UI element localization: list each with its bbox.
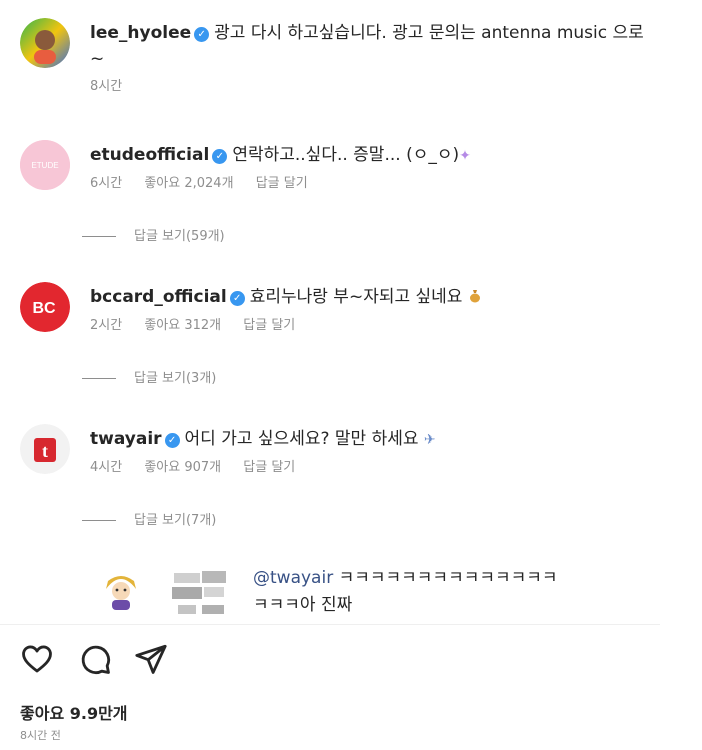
comment-likes[interactable]: 좋아요 312개 (144, 318, 221, 333)
reply-text-line1: ㅋㅋㅋㅋㅋㅋㅋㅋㅋㅋㅋㅋㅋㅋ (338, 568, 558, 588)
post-timestamp: 8시간 전 (20, 729, 61, 742)
view-replies-label: 답글 보기(3개) (134, 371, 217, 386)
divider (82, 520, 116, 521)
avatar[interactable]: t (20, 424, 70, 474)
avatar[interactable]: ETUDE (20, 140, 70, 190)
avatar[interactable] (20, 18, 70, 68)
comment-username[interactable]: etudeofficial (90, 145, 209, 165)
share-icon[interactable] (134, 642, 168, 676)
verified-badge-icon: ✓ (229, 291, 245, 306)
view-replies-button[interactable]: 답글 보기(7개) (82, 512, 216, 530)
reply-button[interactable]: 답글 달기 (243, 460, 295, 475)
comment-username[interactable]: bccard_official (90, 287, 227, 307)
avatar[interactable]: BC (20, 282, 70, 332)
comment-text: 효리누나랑 부~자되고 싶네요 (249, 287, 463, 307)
comment-time: 8시간 (90, 79, 123, 94)
comment-text: 연락하고..싶다.. 증말... (ㅇ_ㅇ) (232, 145, 460, 165)
view-replies-label: 답글 보기(59개) (134, 229, 225, 244)
blurred-username (168, 567, 258, 619)
comment-time: 6시간 (90, 176, 123, 191)
reply-button[interactable]: 답글 달기 (256, 176, 308, 191)
avatar-text: t (42, 441, 48, 461)
avatar-text: ETUDE (31, 161, 58, 170)
airplane-icon: ✈ (423, 432, 436, 448)
money-bag-icon (468, 290, 482, 306)
divider (82, 236, 116, 237)
verified-badge-icon: ✓ (164, 433, 180, 448)
view-replies-label: 답글 보기(7개) (134, 513, 217, 528)
verified-badge-icon: ✓ (194, 27, 210, 42)
sparkle-icon: ✦ (459, 148, 471, 164)
comment-username[interactable]: twayair (90, 429, 162, 449)
comment-icon[interactable] (78, 642, 112, 676)
divider (82, 378, 116, 379)
comment-time: 2시간 (90, 318, 123, 333)
reply-text: @twayair ㅋㅋㅋㅋㅋㅋㅋㅋㅋㅋㅋㅋㅋㅋ ㅋㅋㅋ아 진짜 (253, 565, 673, 619)
post-likes[interactable]: 좋아요 9.9만개 (20, 700, 128, 724)
mention-link[interactable]: @twayair (253, 568, 333, 588)
reply-button[interactable]: 답글 달기 (243, 318, 295, 333)
comment-text: 어디 가고 싶으세요? 말만 하세요 (184, 429, 419, 449)
view-replies-button[interactable]: 답글 보기(3개) (82, 370, 216, 388)
comments-panel: lee_hyolee ✓ 광고 다시 하고싶습니다. 광고 문의는 antenna … (0, 0, 660, 750)
comment-likes[interactable]: 좋아요 907개 (144, 460, 221, 475)
avatar[interactable] (98, 567, 144, 613)
view-replies-button[interactable]: 답글 보기(59개) (82, 228, 225, 246)
divider (0, 624, 660, 625)
heart-icon[interactable] (20, 642, 54, 676)
comment-likes[interactable]: 좋아요 2,024개 (144, 176, 233, 191)
verified-badge-icon: ✓ (212, 149, 228, 164)
comment-time: 4시간 (90, 460, 123, 475)
reply-item: @twayair ㅋㅋㅋㅋㅋㅋㅋㅋㅋㅋㅋㅋㅋㅋ ㅋㅋㅋ아 진짜 (98, 563, 658, 623)
avatar-text: BC (32, 300, 56, 317)
comment-username[interactable]: lee_hyolee (90, 23, 191, 43)
reply-text-line2: ㅋㅋㅋ아 진짜 (253, 595, 353, 615)
